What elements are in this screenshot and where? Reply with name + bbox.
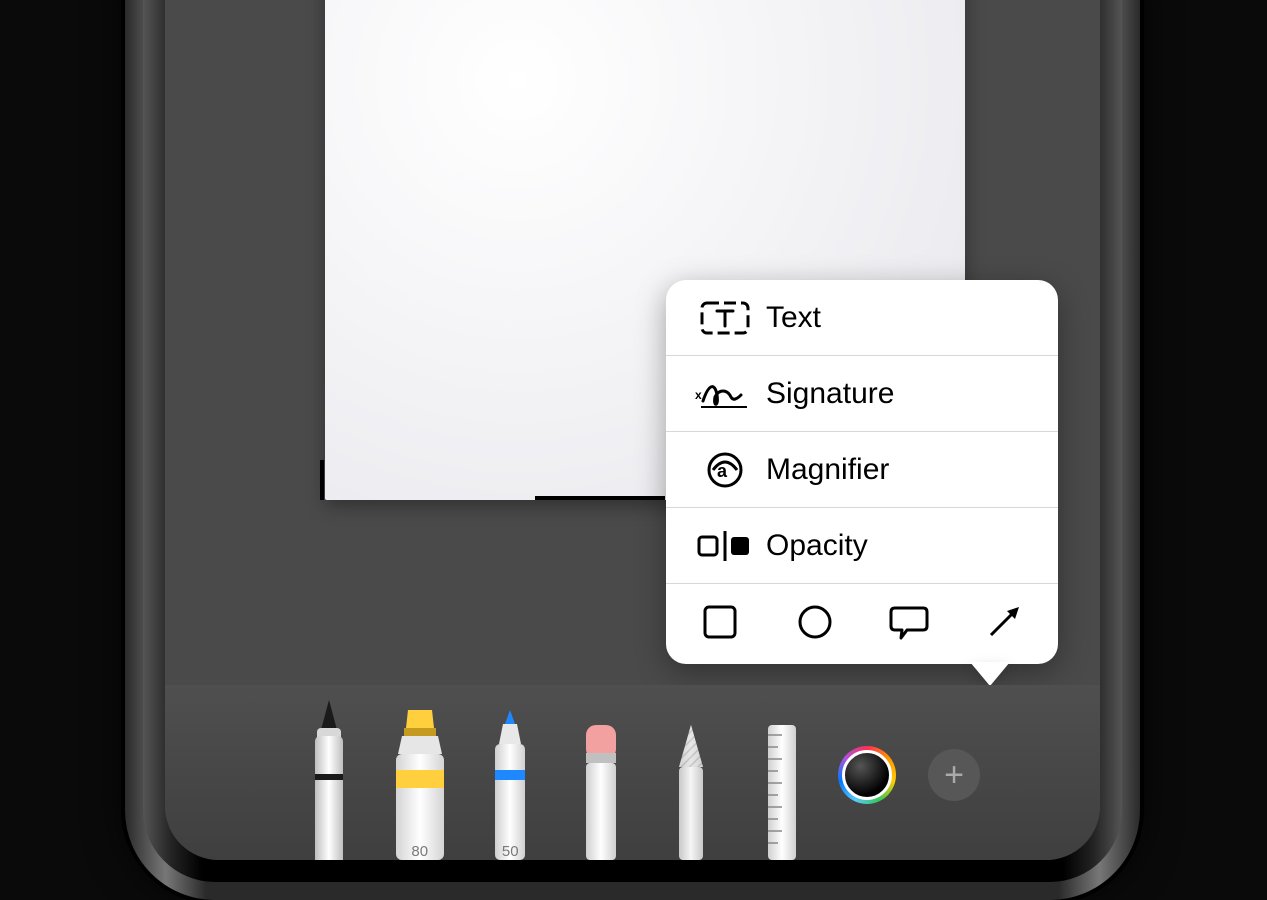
popover-item-opacity[interactable]: Opacity: [666, 508, 1058, 584]
tool-pencil[interactable]: 50: [476, 710, 545, 860]
shape-circle[interactable]: [795, 602, 835, 642]
magnifier-icon: a: [694, 450, 756, 490]
popover-item-label: Signature: [756, 377, 1030, 411]
popover-item-label: Opacity: [756, 529, 1030, 563]
pencil-size-badge: 50: [502, 843, 519, 860]
plus-icon: +: [944, 758, 964, 792]
toolbar-right-cluster: +: [838, 746, 980, 860]
tool-highlighter[interactable]: 80: [386, 710, 455, 860]
opacity-icon: [694, 531, 756, 561]
svg-text:a: a: [717, 461, 728, 481]
tool-ruler[interactable]: [748, 725, 817, 860]
add-button[interactable]: +: [928, 749, 980, 801]
signature-icon: x: [694, 377, 756, 411]
phone-bezel: Text x Signature: [143, 0, 1122, 882]
markup-toolbar: 80 50: [165, 685, 1100, 860]
popover-shapes-row: [666, 584, 1058, 664]
popover-tail: [970, 662, 1010, 686]
current-color-swatch: [842, 750, 892, 800]
shape-arrow[interactable]: [984, 602, 1024, 642]
crop-handle-bottom[interactable]: [535, 496, 665, 500]
tool-eraser[interactable]: [567, 725, 636, 860]
text-box-icon: [694, 301, 756, 335]
screen: Text x Signature: [165, 0, 1100, 860]
shape-speech-bubble[interactable]: [889, 602, 929, 642]
popover-item-signature[interactable]: x Signature: [666, 356, 1058, 432]
popover-item-magnifier[interactable]: a Magnifier: [666, 432, 1058, 508]
tool-pen[interactable]: [295, 700, 364, 860]
popover-item-label: Magnifier: [756, 453, 1030, 487]
crop-handle-left[interactable]: [320, 460, 324, 500]
phone-frame: Text x Signature: [125, 0, 1140, 900]
add-popover: Text x Signature: [666, 280, 1058, 664]
highlighter-size-badge: 80: [411, 843, 428, 860]
shape-rectangle[interactable]: [700, 602, 740, 642]
popover-item-label: Text: [756, 301, 1030, 335]
popover-item-text[interactable]: Text: [666, 280, 1058, 356]
tool-lasso[interactable]: [657, 725, 726, 860]
svg-text:x: x: [695, 388, 702, 402]
color-picker[interactable]: [838, 746, 896, 804]
